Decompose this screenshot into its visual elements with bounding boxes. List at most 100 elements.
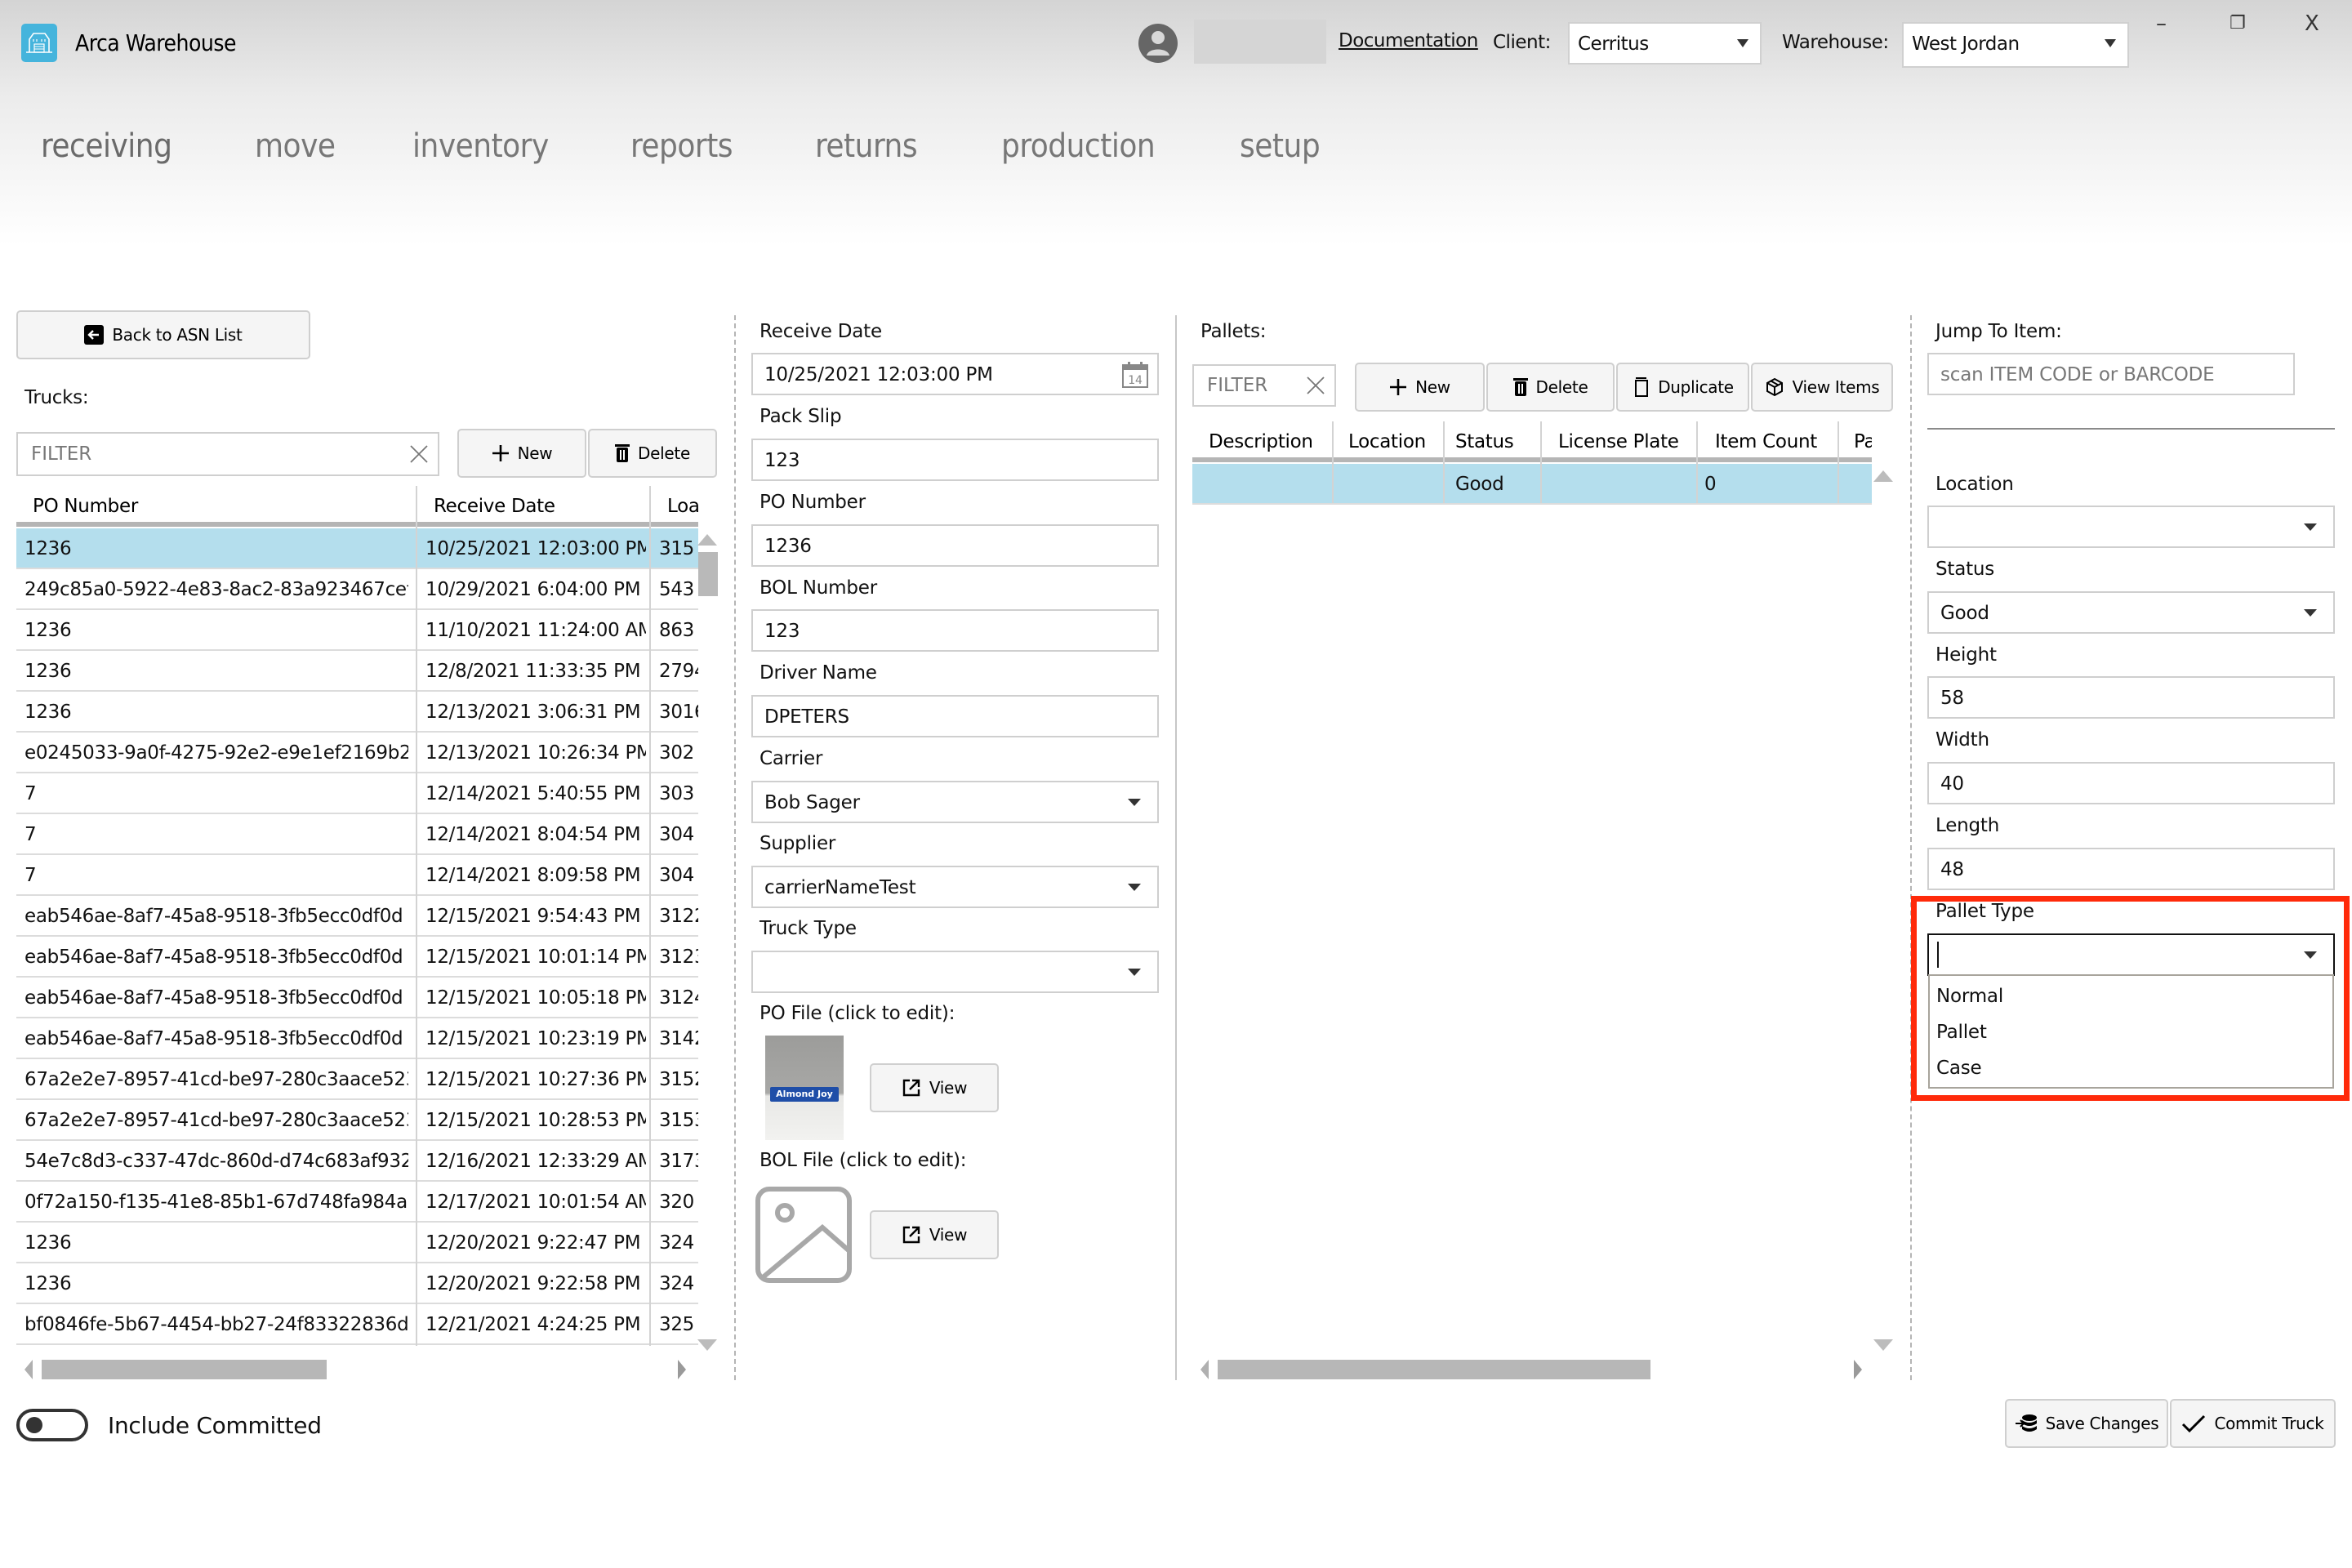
minimize-button[interactable]: – (2156, 11, 2167, 36)
receive-date-input[interactable]: 10/25/2021 12:03:00 PM 14 (751, 353, 1159, 395)
scroll-right-arrow-icon[interactable] (678, 1360, 686, 1379)
calendar-icon[interactable]: 14 (1121, 361, 1149, 389)
view-po-file-button[interactable]: View (870, 1063, 999, 1112)
client-select[interactable]: Cerritus (1568, 22, 1762, 65)
truck-table-row[interactable]: eab546ae-8af7-45a8-9518-3fb5ecc0df0d 12/1… (16, 937, 698, 978)
truck-table-row[interactable]: bf0846fe-5b67-4454-bb27-24f83322836d 12/2… (16, 1304, 698, 1345)
nav-inventory[interactable]: inventory (412, 127, 549, 165)
truck-table-row[interactable]: 54e7c8d3-c337-47dc-860d-d74c683af932 12/1… (16, 1141, 698, 1182)
trucks-vertical-scrollbar-thumb[interactable] (698, 552, 718, 596)
truck-table-row[interactable]: 7 12/14/2021 8:09:58 PM 304 (16, 855, 698, 896)
length-input[interactable]: 48 (1927, 848, 2335, 890)
scroll-left-arrow-icon[interactable] (24, 1360, 33, 1379)
po-number-cell: 1236 (24, 620, 72, 641)
toggle-knob (26, 1417, 42, 1433)
truck-table-row[interactable]: 0f72a150-f135-41e8-85b1-67d748fa984a 12/1… (16, 1182, 698, 1223)
nav-receiving[interactable]: receiving (41, 127, 172, 165)
pallet-type-option-normal[interactable]: Normal (1936, 986, 2003, 1007)
scroll-down-arrow-icon[interactable] (697, 1339, 717, 1351)
scroll-right-arrow-icon[interactable] (1854, 1360, 1862, 1379)
close-button[interactable]: X (2305, 11, 2319, 36)
column-header-item-count[interactable]: Item Count (1715, 431, 1817, 452)
scroll-up-arrow-icon[interactable] (697, 534, 717, 546)
pallets-horizontal-scrollbar-thumb[interactable] (1218, 1360, 1650, 1379)
column-header-location[interactable]: Location (1348, 431, 1426, 452)
trucks-filter-input[interactable]: FILTER (16, 432, 439, 476)
pallets-filter-input[interactable]: FILTER (1192, 364, 1336, 407)
restore-button[interactable]: ❐ (2230, 13, 2246, 33)
height-input[interactable]: 58 (1927, 676, 2335, 719)
nav-production[interactable]: production (1001, 127, 1156, 165)
driver-name-input[interactable]: DPETERS (751, 695, 1159, 737)
truck-table-row[interactable]: 1236 12/20/2021 9:22:58 PM 324 (16, 1263, 698, 1304)
warehouse-select[interactable]: West Jordan (1902, 22, 2129, 68)
pack-slip-input[interactable]: 123 (751, 439, 1159, 481)
include-committed-toggle[interactable] (16, 1409, 88, 1441)
chevron-down-icon (2304, 609, 2317, 617)
column-divider (1443, 421, 1445, 503)
po-file-thumbnail[interactable]: Almond Joy (765, 1036, 844, 1140)
view-items-button[interactable]: View Items (1751, 363, 1893, 412)
nav-reports[interactable]: reports (630, 127, 733, 165)
truck-table-row[interactable]: 1236 12/8/2021 11:33:35 PM 2794 (16, 651, 698, 692)
truck-table-row[interactable]: 1236 10/25/2021 12:03:00 PM 315 (16, 528, 698, 569)
truck-type-select[interactable] (751, 951, 1159, 993)
po-number-input[interactable]: 1236 (751, 524, 1159, 567)
truck-table-row[interactable]: 1236 12/20/2021 9:22:47 PM 324 (16, 1223, 698, 1263)
receive-date-cell: 12/13/2021 3:06:31 PM (425, 702, 641, 723)
bol-number-input[interactable]: 123 (751, 609, 1159, 652)
truck-table-row[interactable]: eab546ae-8af7-45a8-9518-3fb5ecc0df0d 12/1… (16, 896, 698, 937)
column-header-pa[interactable]: Pa (1854, 431, 1872, 452)
view-bol-file-button[interactable]: View (870, 1210, 999, 1259)
column-header-license-plate[interactable]: License Plate (1558, 431, 1679, 452)
column-header-load[interactable]: Loa (667, 496, 698, 517)
location-select[interactable] (1927, 506, 2335, 548)
scroll-left-arrow-icon[interactable] (1200, 1360, 1209, 1379)
receive-date-cell: 12/8/2021 11:33:35 PM (425, 661, 641, 682)
carrier-select[interactable]: Bob Sager (751, 781, 1159, 823)
clear-filter-icon[interactable] (408, 443, 430, 465)
truck-table-row[interactable]: 1236 12/13/2021 3:06:31 PM 3016 (16, 692, 698, 733)
po-number-cell: eab546ae-8af7-45a8-9518-3fb5ecc0df0d (24, 947, 403, 968)
truck-table-row[interactable]: 7 12/14/2021 5:40:55 PM 303 (16, 773, 698, 814)
truck-table-row[interactable]: 249c85a0-5922-4e83-8ac2-83a923467cef 10/2… (16, 569, 698, 610)
pallet-type-option-case[interactable]: Case (1936, 1058, 1982, 1079)
user-avatar-icon[interactable] (1138, 23, 1178, 64)
scroll-down-arrow-icon[interactable] (1873, 1339, 1893, 1351)
column-header-status[interactable]: Status (1455, 431, 1514, 452)
documentation-link[interactable]: Documentation (1339, 30, 1478, 51)
duplicate-pallet-button[interactable]: Duplicate (1616, 363, 1749, 412)
truck-table-row[interactable]: 7 12/14/2021 8:04:54 PM 304 (16, 814, 698, 855)
jump-to-item-input[interactable]: scan ITEM CODE or BARCODE (1927, 353, 2295, 395)
status-select[interactable]: Good (1927, 591, 2335, 634)
pallet-type-select[interactable] (1927, 933, 2335, 976)
width-input[interactable]: 40 (1927, 762, 2335, 804)
truck-table-row[interactable]: 67a2e2e7-8957-41cd-be97-280c3aace523 12/1… (16, 1100, 698, 1141)
nav-returns[interactable]: returns (815, 127, 918, 165)
nav-setup[interactable]: setup (1240, 127, 1321, 165)
truck-table-row[interactable]: 1236 11/10/2021 11:24:00 AM 863 (16, 610, 698, 651)
nav-move[interactable]: move (255, 127, 336, 165)
supplier-select[interactable]: carrierNameTest (751, 866, 1159, 908)
column-header-description[interactable]: Description (1209, 431, 1313, 452)
trucks-horizontal-scrollbar-thumb[interactable] (42, 1360, 327, 1379)
new-truck-button[interactable]: New (457, 429, 586, 478)
truck-table-row[interactable]: eab546ae-8af7-45a8-9518-3fb5ecc0df0d 12/1… (16, 978, 698, 1018)
delete-pallet-button[interactable]: Delete (1486, 363, 1615, 412)
scroll-up-arrow-icon[interactable] (1873, 470, 1893, 482)
pallet-table-row[interactable]: Good 0 (1192, 464, 1872, 505)
truck-table-row[interactable]: e0245033-9a0f-4275-92e2-e9e1ef2169b2 12/1… (16, 733, 698, 773)
truck-table-row[interactable]: 67a2e2e7-8957-41cd-be97-280c3aace523 12/1… (16, 1059, 698, 1100)
clear-filter-icon[interactable] (1305, 375, 1326, 396)
commit-truck-button[interactable]: Commit Truck (2170, 1399, 2336, 1448)
delete-truck-button[interactable]: Delete (588, 429, 717, 478)
pallet-type-option-pallet[interactable]: Pallet (1936, 1022, 1987, 1043)
receive-date-cell: 10/25/2021 12:03:00 PM (425, 538, 646, 559)
new-pallet-button[interactable]: New (1355, 363, 1485, 412)
column-header-po-number[interactable]: PO Number (33, 496, 138, 517)
image-placeholder-icon[interactable] (755, 1187, 852, 1283)
truck-table-row[interactable]: eab546ae-8af7-45a8-9518-3fb5ecc0df0d 12/1… (16, 1018, 698, 1059)
back-to-asn-list-button[interactable]: Back to ASN List (16, 310, 310, 359)
column-header-receive-date[interactable]: Receive Date (434, 496, 555, 517)
save-changes-button[interactable]: Save Changes (2005, 1399, 2168, 1448)
